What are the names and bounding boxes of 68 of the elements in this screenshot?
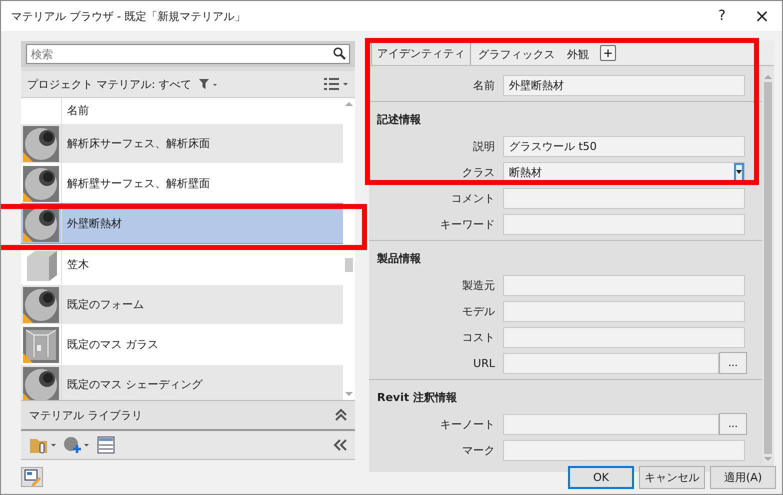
window-title: マテリアル ブラウザ - 既定「新規マテリアル」 (11, 8, 246, 24)
input-field[interactable] (503, 326, 745, 348)
material-name: 既定のマス ガラス (66, 337, 158, 352)
section-header: 記述情報 (376, 112, 422, 128)
dialog-button[interactable]: キャンセル (639, 466, 705, 488)
panel-icon[interactable] (97, 436, 115, 454)
edit-icon[interactable] (21, 467, 43, 487)
material-name: 解析床サーフェス、解析床面 (66, 136, 210, 151)
search-field[interactable]: 検索 (26, 44, 350, 64)
input-field[interactable] (503, 440, 745, 460)
field-label: URL (472, 356, 496, 370)
list-view-icon[interactable] (323, 77, 349, 91)
input-field[interactable] (503, 300, 745, 322)
scroll-up-icon[interactable] (345, 101, 353, 106)
scroll-down-icon[interactable] (345, 392, 353, 397)
browse-button[interactable]: ... (719, 352, 747, 374)
field-label: キーワード (439, 216, 496, 232)
dialog-button[interactable]: OK (568, 466, 634, 488)
section-header: 製品情報 (376, 251, 422, 267)
close-button[interactable]: × (742, 1, 782, 31)
dialog-button[interactable]: 適用(A) (710, 466, 776, 488)
field-label: クラス (461, 164, 496, 180)
library-label: マテリアル ライブラリ (29, 408, 142, 422)
column-header[interactable]: 名前 (62, 103, 89, 118)
help-button[interactable]: ? (702, 1, 742, 31)
scroll-down-icon[interactable] (764, 457, 772, 462)
scrollbar[interactable] (762, 66, 774, 466)
material-name: 外壁断熱材 (66, 216, 122, 231)
input-field[interactable] (503, 352, 719, 374)
field-label: キーノート (439, 416, 496, 432)
field-label: モデル (461, 304, 496, 318)
input-field[interactable]: グラスウール t50 (503, 136, 745, 156)
double-chevron-left-icon[interactable] (333, 439, 347, 451)
material-name: 解析壁サーフェス、解析壁面 (66, 176, 210, 191)
filter-dropdown-icon[interactable] (198, 78, 218, 90)
material-row[interactable]: 解析床サーフェス、解析床面 (21, 123, 343, 163)
field-label: コスト (461, 330, 496, 344)
dropdown-field[interactable]: 断熱材 (503, 162, 745, 182)
scroll-thumb[interactable] (764, 82, 772, 454)
dropdown-arrow-icon (736, 170, 742, 174)
tab[interactable]: 外観 (562, 43, 594, 65)
input-field[interactable] (503, 274, 745, 296)
field-label: 製造元 (461, 278, 496, 292)
material-name: 既定のフォーム (66, 297, 144, 312)
scroll-up-icon[interactable] (764, 74, 772, 79)
material-name: 笠木 (66, 257, 89, 272)
material-row[interactable]: 既定のマス シェーディング (21, 364, 343, 400)
field-label: 説明 (472, 138, 496, 154)
section-header: Revit 注釈情報 (376, 390, 458, 406)
search-icon (333, 47, 346, 60)
input-field[interactable] (503, 414, 719, 434)
material-row[interactable]: 既定のフォーム (21, 284, 343, 324)
field-label: コメント (450, 190, 496, 206)
field-label: マーク (461, 442, 496, 458)
input-field[interactable]: 外壁断熱材 (503, 74, 745, 96)
scroll-thumb[interactable] (345, 258, 353, 272)
add-tab-button[interactable]: + (600, 45, 616, 61)
add-material-icon[interactable] (63, 436, 91, 454)
field-label: 名前 (472, 78, 496, 92)
collapse-icon[interactable] (335, 408, 347, 422)
input-field[interactable] (503, 214, 745, 234)
tab[interactable]: グラフィックス (473, 43, 560, 65)
input-field[interactable] (503, 188, 745, 208)
material-name: 既定のマス シェーディング (66, 377, 202, 392)
tab[interactable]: アイデンティティ (371, 41, 471, 65)
filter-label: プロジェクト マテリアル: すべて (27, 76, 192, 92)
browse-button[interactable]: ... (719, 413, 747, 435)
folder-icon[interactable] (29, 436, 57, 454)
